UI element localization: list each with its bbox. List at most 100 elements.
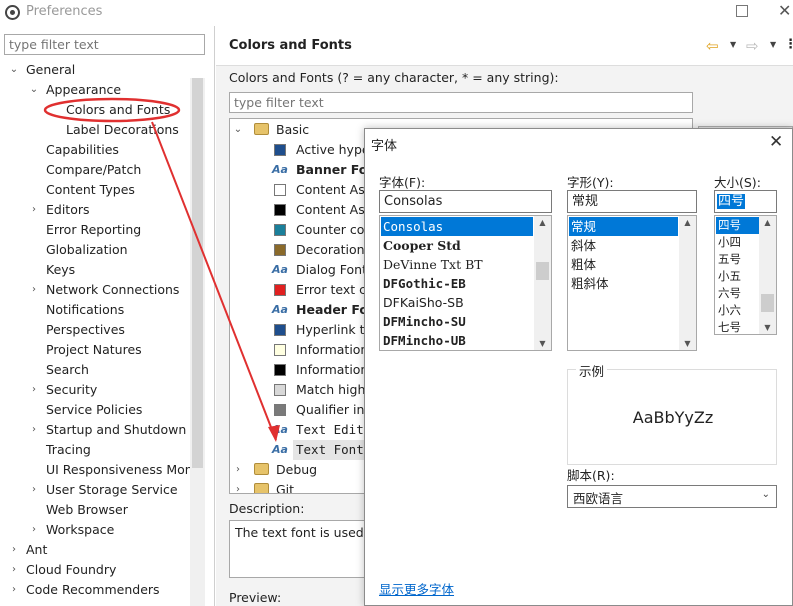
tree-item[interactable]: › Workspace (28, 520, 114, 540)
collapsed-chevron-icon[interactable]: › (8, 540, 20, 560)
collapsed-chevron-icon[interactable]: › (28, 520, 40, 540)
tree-item-label: Match highli (296, 382, 373, 397)
scroll-down-icon[interactable]: ▼ (759, 323, 776, 332)
list-item[interactable]: DFKaiSho-SB (381, 293, 533, 312)
filter-hint: Colors and Fonts (? = any character, * =… (229, 70, 559, 85)
nav-scrollbar[interactable] (190, 78, 205, 606)
tree-item[interactable]: › Startup and Shutdown (28, 420, 186, 440)
maximize-button[interactable] (736, 5, 748, 17)
expanded-chevron-icon[interactable]: ⌄ (232, 120, 244, 140)
font-list-scrollbar[interactable]: ▲ ▼ (534, 216, 551, 350)
tree-item-label: Debug (276, 462, 318, 477)
font-size-list[interactable]: ▲ ▼ 四号 小四 五号 小五 六号 小六 七号 (714, 215, 777, 335)
tree-item[interactable]: Keys (28, 260, 75, 280)
font-style-input[interactable]: 常规 (567, 190, 697, 213)
font-family-list[interactable]: ▲ ▼ Consolas Cooper Std DeVinne Txt BT DFGo… (379, 215, 552, 351)
back-dropdown-icon[interactable]: ▼ (730, 40, 736, 49)
tree-item[interactable]: › Network Connections (28, 280, 179, 300)
tree-item-label: Git (276, 482, 295, 494)
tree-item[interactable]: ⌄ Appearance (28, 80, 121, 100)
font-list-scroll-thumb[interactable] (536, 262, 549, 280)
scroll-down-icon[interactable]: ▼ (679, 339, 696, 348)
tree-item[interactable]: Notifications (28, 300, 124, 320)
collapsed-chevron-icon[interactable]: › (28, 200, 40, 220)
collapsed-chevron-icon[interactable]: › (232, 460, 244, 480)
tree-item-label: General (26, 62, 76, 77)
list-item[interactable]: 小六 (716, 302, 759, 319)
tree-item-label: Startup and Shutdown (46, 422, 187, 437)
tree-item[interactable]: › Code Recommenders (8, 580, 160, 600)
list-item[interactable]: 小五 (716, 268, 759, 285)
tree-item[interactable]: Globalization (28, 240, 128, 260)
color-swatch-icon (274, 404, 286, 416)
scroll-up-icon[interactable]: ▲ (534, 218, 551, 227)
font-size-input[interactable]: 四号 (714, 190, 777, 213)
collapsed-chevron-icon[interactable]: › (28, 480, 40, 500)
show-more-fonts-link[interactable]: 显示更多字体 (379, 579, 454, 598)
tree-item[interactable]: UI Responsiveness Mon (28, 460, 193, 480)
forward-arrow-icon[interactable]: ⇨ (746, 37, 759, 55)
font-style-list[interactable]: ▲ ▼ 常规 斜体 粗体 粗斜体 (567, 215, 697, 351)
tree-item[interactable]: Service Policies (28, 400, 142, 420)
size-list-scrollbar[interactable]: ▲ ▼ (759, 216, 776, 334)
list-item[interactable]: DFGothic-EB (381, 274, 533, 293)
list-item[interactable]: 粗体 (569, 255, 678, 274)
style-list-scrollbar[interactable]: ▲ ▼ (679, 216, 696, 350)
list-item[interactable]: Cooper Std (381, 236, 533, 255)
dialog-close-button[interactable]: ✕ (769, 132, 783, 152)
nav-scrollbar-thumb[interactable] (192, 78, 203, 468)
tree-item-label: Project Natures (46, 342, 142, 357)
tree-item[interactable]: Compare/Patch (28, 160, 141, 180)
list-item[interactable]: 四号 (716, 217, 759, 234)
tree-item[interactable]: › Security (28, 380, 97, 400)
tree-item[interactable]: Error Reporting (28, 220, 141, 240)
scroll-up-icon[interactable]: ▲ (679, 218, 696, 227)
collapsed-chevron-icon[interactable]: › (28, 380, 40, 400)
scroll-down-icon[interactable]: ▼ (534, 339, 551, 348)
close-window-button[interactable]: ✕ (778, 1, 791, 20)
list-item[interactable]: DFMincho-UB (381, 331, 533, 350)
tree-item[interactable]: Search (28, 360, 89, 380)
list-item[interactable]: 五号 (716, 251, 759, 268)
back-arrow-icon[interactable]: ⇦ (706, 37, 719, 55)
list-item[interactable]: 小四 (716, 234, 759, 251)
expanded-chevron-icon[interactable]: ⌄ (28, 80, 40, 100)
view-menu-icon[interactable]: ⋮ (784, 37, 793, 52)
colors-filter-input[interactable] (229, 92, 693, 113)
forward-dropdown-icon[interactable]: ▼ (770, 40, 776, 49)
script-select[interactable]: 西欧语言 ⌄ (567, 485, 777, 508)
tree-item-label: Information (296, 362, 369, 377)
tree-item[interactable]: Label Decorations (48, 120, 179, 140)
list-item[interactable]: 常规 (569, 217, 678, 236)
collapsed-chevron-icon[interactable]: › (28, 420, 40, 440)
tree-item[interactable]: Perspectives (28, 320, 125, 340)
tree-item[interactable]: Web Browser (28, 500, 128, 520)
tree-item[interactable]: › User Storage Service (28, 480, 178, 500)
list-item[interactable]: 粗斜体 (569, 274, 678, 293)
tree-item[interactable]: › Ant (8, 540, 47, 560)
collapsed-chevron-icon[interactable]: › (232, 480, 244, 493)
tree-item[interactable]: ⌄ General (8, 60, 75, 80)
tree-item[interactable]: Content Types (28, 180, 135, 200)
list-item[interactable]: DeVinne Txt BT (381, 255, 533, 274)
collapsed-chevron-icon[interactable]: › (28, 280, 40, 300)
collapsed-chevron-icon[interactable]: › (8, 580, 20, 600)
tree-item[interactable]: Capabilities (28, 140, 119, 160)
tree-item[interactable]: Project Natures (28, 340, 142, 360)
nav-filter-input[interactable] (4, 34, 205, 55)
tree-item[interactable]: Colors and Fonts (48, 100, 170, 120)
scroll-up-icon[interactable]: ▲ (759, 218, 776, 227)
expanded-chevron-icon[interactable]: ⌄ (8, 60, 20, 80)
tree-item[interactable]: › Editors (28, 200, 90, 220)
font-family-input[interactable]: Consolas (379, 190, 552, 213)
list-item[interactable]: 七号 (716, 319, 759, 334)
tree-item[interactable]: Tracing (28, 440, 91, 460)
list-item[interactable]: Consolas (381, 217, 533, 236)
list-item[interactable]: 六号 (716, 285, 759, 302)
collapsed-chevron-icon[interactable]: › (8, 560, 20, 580)
color-swatch-icon (274, 284, 286, 296)
tree-item[interactable]: › Cloud Foundry (8, 560, 116, 580)
size-list-scroll-thumb[interactable] (761, 294, 774, 312)
list-item[interactable]: DFMincho-SU (381, 312, 533, 331)
list-item[interactable]: 斜体 (569, 236, 678, 255)
